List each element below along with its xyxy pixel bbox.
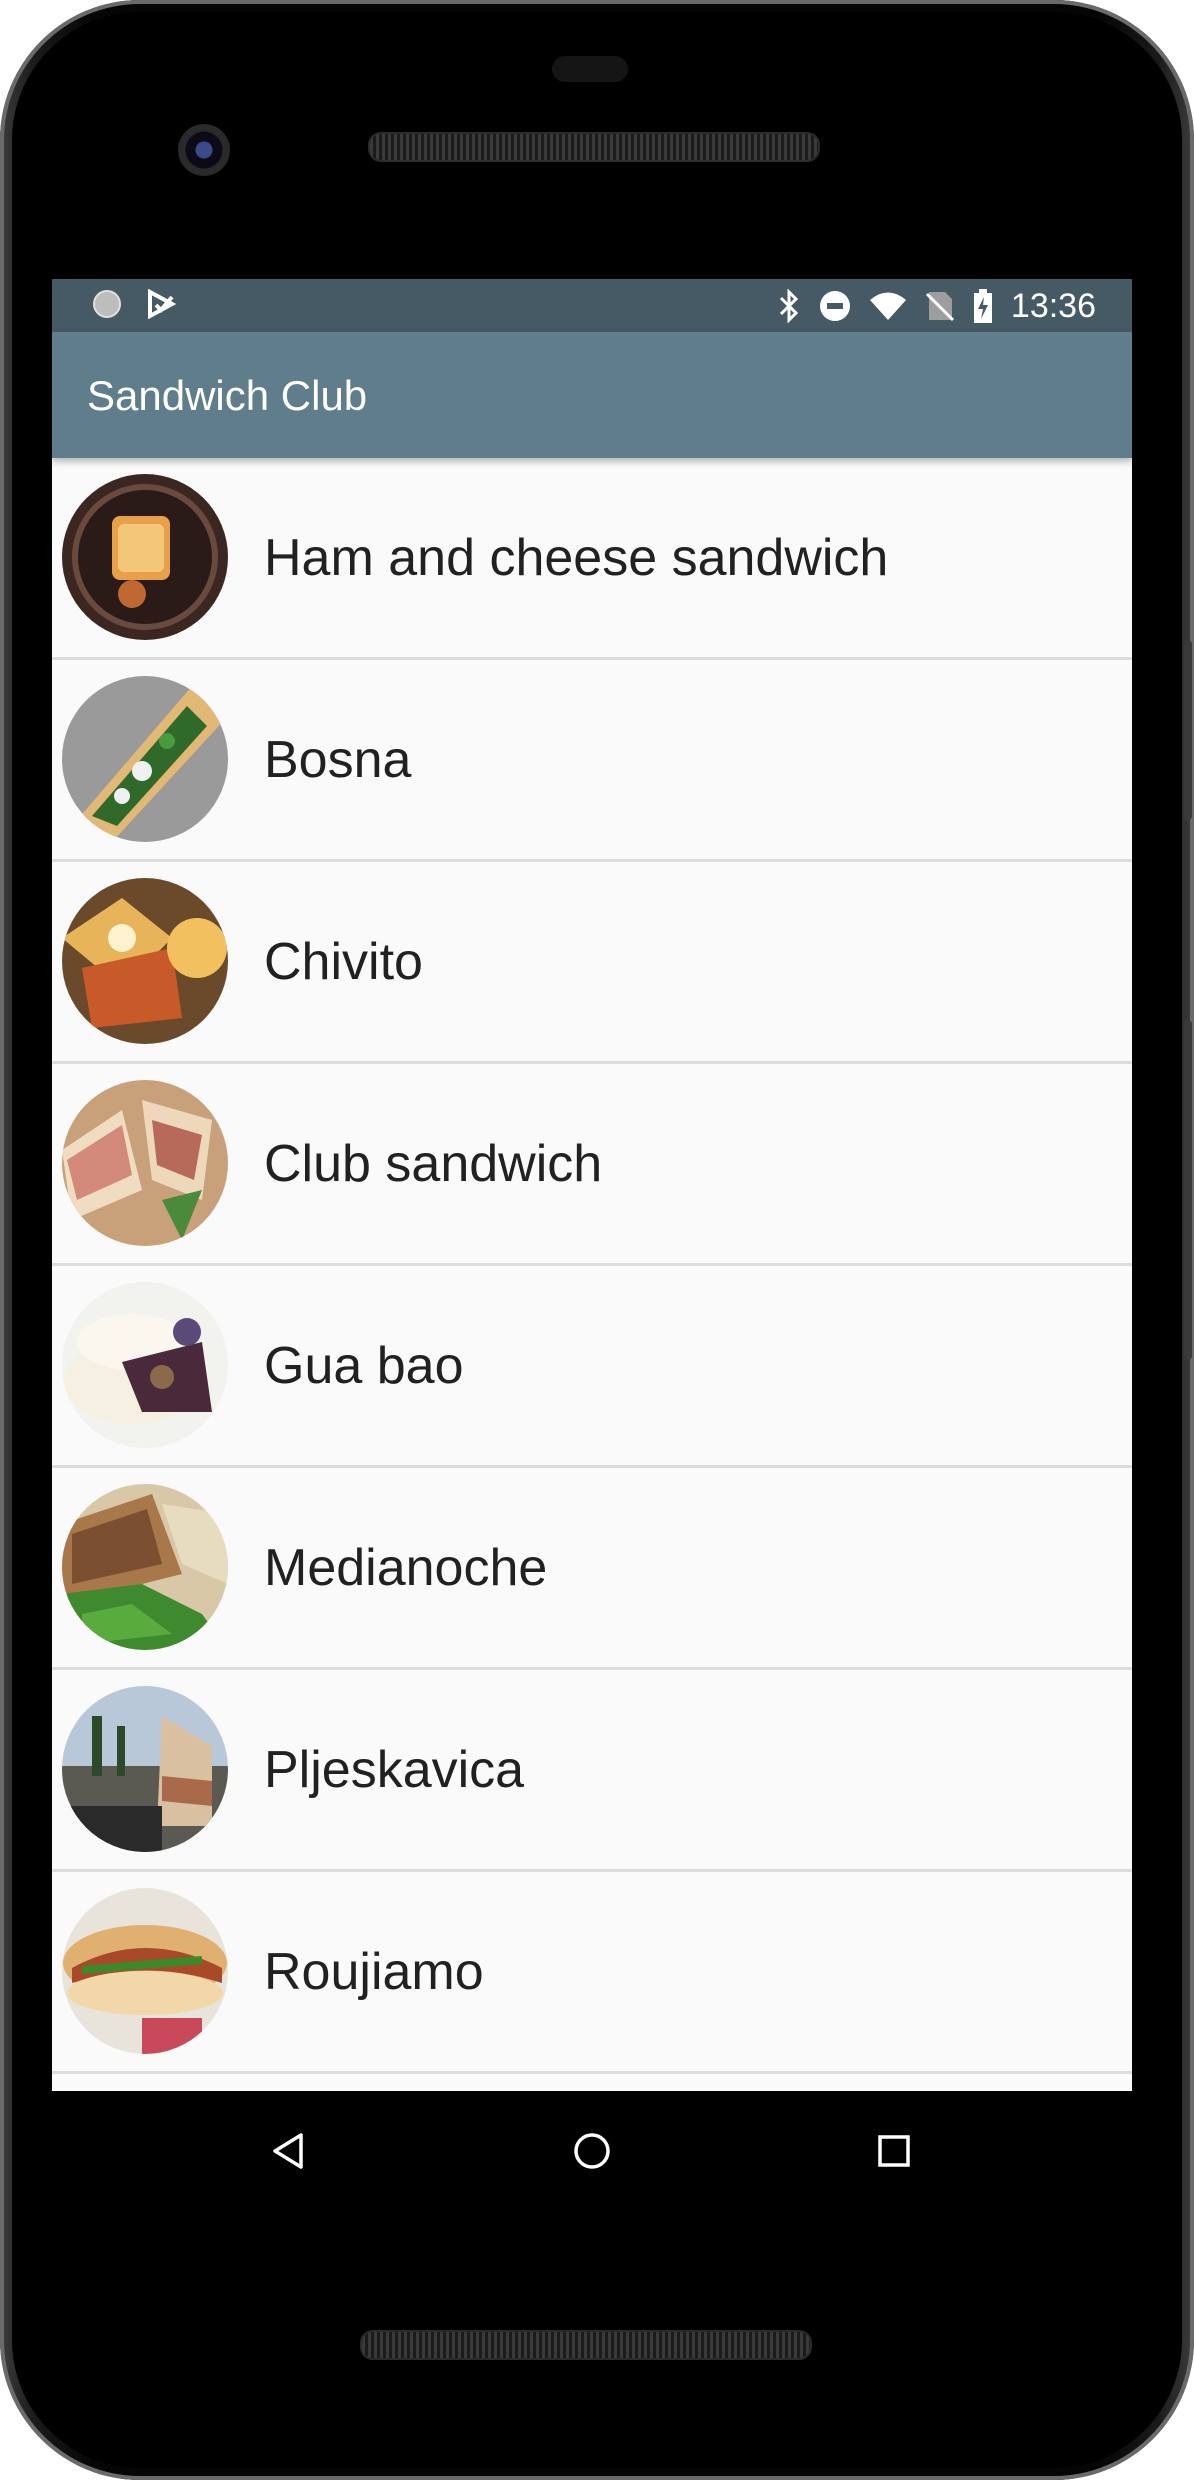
- notification-dot-icon: [93, 290, 121, 318]
- sandwich-thumbnail: [62, 878, 228, 1044]
- sandwich-thumbnail: [62, 1282, 228, 1448]
- list-item[interactable]: Roujiamo: [52, 1872, 1132, 2074]
- recents-button[interactable]: [864, 2121, 924, 2181]
- sandwich-thumbnail: [62, 474, 228, 640]
- sandwich-name: Chivito: [264, 933, 423, 991]
- screen: 13:36 Sandwich Club Ham and cheese sandw…: [52, 279, 1132, 2091]
- front-camera-icon: [178, 124, 230, 176]
- earpiece-speaker: [368, 132, 820, 162]
- home-icon: [574, 2133, 610, 2169]
- back-icon: [273, 2133, 303, 2169]
- battery-charging-icon: [973, 289, 992, 323]
- power-button: [1184, 1020, 1192, 1360]
- list-item[interactable]: Club sandwich: [52, 1064, 1132, 1266]
- list-item[interactable]: Medianoche: [52, 1468, 1132, 1670]
- sandwich-thumbnail: [62, 1080, 228, 1246]
- sandwich-name: Roujiamo: [264, 1943, 484, 2001]
- navigation-bar: [52, 2091, 1132, 2201]
- status-time: 13:36: [1010, 287, 1096, 325]
- sandwich-name: Gua bao: [264, 1337, 464, 1395]
- sandwich-thumbnail: [62, 676, 228, 842]
- sandwich-name: Club sandwich: [264, 1135, 603, 1193]
- app-title: Sandwich Club: [87, 372, 368, 419]
- sandwich-list[interactable]: Ham and cheese sandwich Bosna Chivito Cl…: [52, 458, 1132, 2074]
- list-item[interactable]: Gua bao: [52, 1266, 1132, 1468]
- proximity-sensor: [552, 56, 628, 82]
- list-item[interactable]: Pljeskavica: [52, 1670, 1132, 1872]
- list-item[interactable]: Ham and cheese sandwich: [52, 458, 1132, 660]
- sandwich-thumbnail: [62, 1484, 228, 1650]
- sandwich-name: Pljeskavica: [264, 1741, 525, 1799]
- recents-icon: [878, 2135, 910, 2167]
- sandwich-thumbnail: [62, 1888, 228, 2054]
- volume-button: [1184, 640, 1192, 820]
- status-bar: 13:36: [52, 279, 1132, 332]
- list-item[interactable]: Bosna: [52, 660, 1132, 862]
- wifi-icon: [869, 292, 906, 320]
- home-button[interactable]: [562, 2121, 622, 2181]
- bottom-speaker: [360, 2330, 812, 2360]
- app-bar: Sandwich Club: [52, 332, 1132, 458]
- bluetooth-icon: [779, 289, 799, 323]
- do-not-disturb-icon: [819, 291, 850, 321]
- no-sim-icon: [925, 292, 954, 322]
- sandwich-thumbnail: [62, 1686, 228, 1852]
- sandwich-name: Bosna: [264, 731, 412, 789]
- sandwich-name: Medianoche: [264, 1539, 548, 1597]
- play-store-icon: [148, 289, 176, 319]
- back-button[interactable]: [258, 2121, 318, 2181]
- phone-frame: 13:36 Sandwich Club Ham and cheese sandw…: [0, 0, 1194, 2480]
- sandwich-name: Ham and cheese sandwich: [264, 529, 889, 587]
- list-item[interactable]: Chivito: [52, 862, 1132, 1064]
